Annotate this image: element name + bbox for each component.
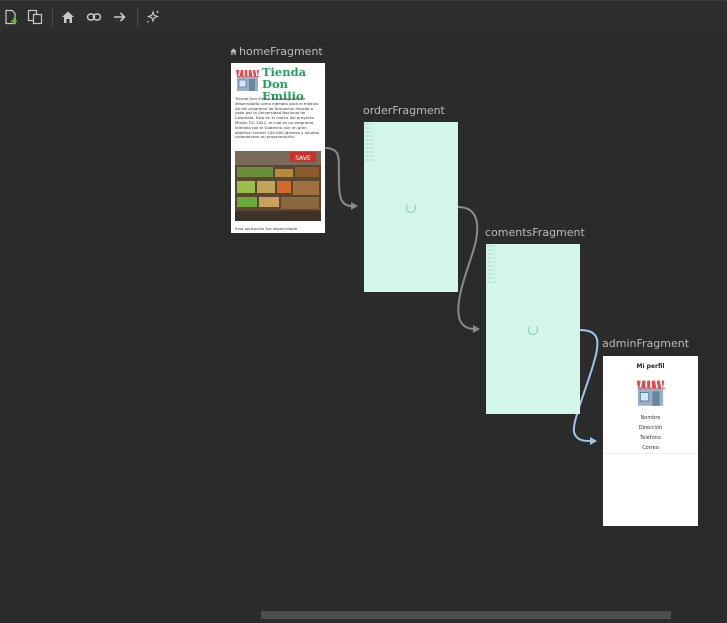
order-fragment-preview[interactable]: Item 1 Item 2 Item 3 Item 4 Item 5 Item … — [364, 122, 458, 292]
admin-fragment-preview[interactable]: Mi perfil Nombre Dirección Teléfono Corr… — [603, 356, 698, 526]
action-home-to-order[interactable] — [324, 147, 353, 207]
profile-field-email: Correo — [642, 445, 659, 451]
divider — [603, 453, 698, 454]
supermarket-photo: SAVE — [235, 151, 321, 221]
home-fragment-label: homeFragment — [229, 45, 323, 58]
coments-fragment-label: comentsFragment — [485, 226, 585, 239]
admin-fragment-label: adminFragment — [602, 337, 690, 350]
action-arrows — [324, 147, 599, 445]
loading-spinner-icon — [528, 325, 538, 335]
loading-spinner-icon — [406, 203, 416, 213]
home-fragment-preview[interactable]: Tienda Don Emilio Tienda Don Emilio es u… — [231, 63, 325, 233]
placeholder-list-items: Item 1 Item 2 Item 3 Item 4 Item 5 Item … — [487, 245, 497, 284]
action-arrowhead — [473, 325, 480, 333]
profile-field-address: Dirección — [638, 425, 663, 431]
store-icon — [236, 69, 260, 91]
profile-field-phone: Teléfono — [640, 435, 661, 441]
store-icon — [636, 380, 666, 406]
start-destination-icon — [230, 48, 237, 55]
horizontal-scrollbar[interactable] — [261, 611, 671, 619]
placeholder-list-items: Item 1 Item 2 Item 3 Item 4 Item 5 Item … — [365, 123, 375, 162]
profile-title: Mi perfil — [636, 363, 665, 370]
order-fragment-label: orderFragment — [363, 104, 445, 117]
store-description: Tienda Don Emilio es una aplicación desa… — [235, 96, 319, 140]
action-order-to-coments[interactable] — [457, 206, 479, 330]
action-arrowhead — [590, 437, 597, 445]
profile-field-name: Nombre — [640, 415, 661, 421]
photo-sign-text: SAVE — [295, 155, 311, 162]
store-footer-text: Esta aplicación fue desarrollada — [235, 226, 298, 231]
fragment-name: homeFragment — [239, 45, 323, 58]
coments-fragment-preview[interactable]: Item 1 Item 2 Item 3 Item 4 Item 5 Item … — [486, 244, 580, 414]
action-arrowhead — [351, 202, 358, 210]
